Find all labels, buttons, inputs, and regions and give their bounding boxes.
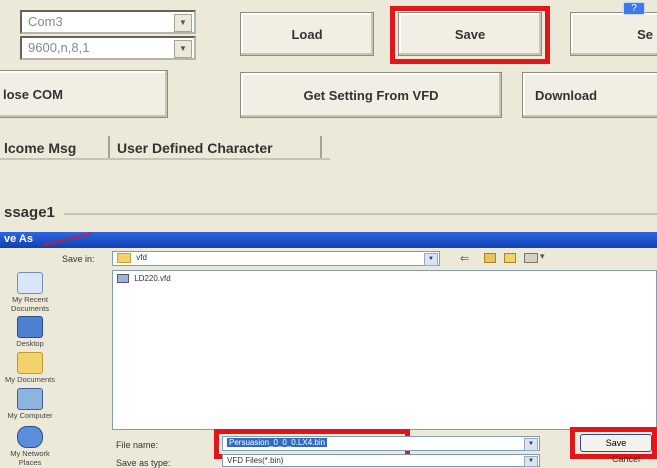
download-button[interactable]: Download bbox=[522, 72, 657, 118]
file-name-value: Persuasion_0_0_0.LX4.bin bbox=[227, 438, 328, 447]
views-menu-icon[interactable] bbox=[524, 253, 538, 263]
file-item-label: LD220.vfd bbox=[134, 274, 171, 283]
views-chevron-icon[interactable]: ▾ bbox=[540, 251, 545, 262]
up-folder-icon[interactable] bbox=[484, 253, 496, 263]
com-port-value: Com3 bbox=[28, 14, 63, 29]
close-com-button[interactable]: lose COM bbox=[0, 70, 168, 118]
group-box-border bbox=[64, 213, 657, 215]
chevron-down-icon[interactable]: ▼ bbox=[524, 456, 538, 467]
tab-divider bbox=[320, 136, 322, 158]
network-places-icon bbox=[17, 426, 43, 448]
save-as-type-combo[interactable]: VFD Files(*.bin) ▼ bbox=[222, 454, 540, 467]
save-in-combo[interactable]: vfd ▼ bbox=[112, 251, 440, 266]
tab-underline bbox=[0, 158, 330, 160]
my-computer-icon bbox=[17, 388, 43, 410]
dialog-title: ve As bbox=[4, 233, 33, 245]
get-setting-label: Get Setting From VFD bbox=[303, 87, 439, 103]
file-name-input[interactable]: Persuasion_0_0_0.LX4.bin ▼ bbox=[222, 436, 540, 451]
save-in-value: vfd bbox=[136, 253, 147, 263]
place-my-documents[interactable]: My Documents bbox=[2, 352, 58, 384]
tab-divider bbox=[108, 136, 110, 158]
place-label: My Network Places bbox=[10, 449, 50, 467]
place-label: My Computer bbox=[7, 411, 53, 420]
save-button-label: Save bbox=[454, 26, 486, 42]
save-as-dialog: Save in: vfd ▼ ⇐ ▾ My Recent Documents D… bbox=[0, 248, 657, 468]
file-list[interactable]: LD220.vfd bbox=[112, 270, 657, 430]
desktop-icon bbox=[17, 316, 43, 338]
place-my-recent-documents[interactable]: My Recent Documents bbox=[2, 272, 58, 313]
baud-rate-combo[interactable]: 9600,n,8,1 ▼ bbox=[20, 36, 196, 60]
chevron-down-icon[interactable]: ▼ bbox=[174, 40, 192, 58]
com-port-combo[interactable]: Com3 ▼ bbox=[20, 10, 196, 34]
file-name-label: File name: bbox=[116, 440, 159, 450]
place-desktop[interactable]: Desktop bbox=[2, 316, 58, 348]
close-com-label: lose COM bbox=[3, 86, 63, 102]
app-panel: Com3 ▼ 9600,n,8,1 ▼ Load Save Se lose CO… bbox=[0, 0, 657, 232]
vfd-file-icon bbox=[117, 274, 129, 284]
new-folder-icon[interactable] bbox=[504, 253, 516, 263]
tab-welcome-msg-label: lcome Msg bbox=[4, 140, 77, 156]
send-button[interactable]: Se bbox=[570, 12, 657, 56]
send-button-label: Se bbox=[637, 26, 653, 42]
my-documents-icon bbox=[17, 352, 43, 374]
get-setting-button[interactable]: Get Setting From VFD bbox=[240, 72, 502, 118]
save-button[interactable]: Save bbox=[398, 12, 542, 56]
help-icon[interactable]: ? bbox=[623, 2, 645, 15]
place-my-computer[interactable]: My Computer bbox=[2, 388, 58, 420]
dialog-cancel-button[interactable]: Cancel bbox=[612, 454, 640, 464]
file-item[interactable]: LD220.vfd bbox=[117, 274, 171, 284]
tab-welcome-msg[interactable]: lcome Msg bbox=[4, 140, 76, 156]
load-button[interactable]: Load bbox=[240, 12, 374, 56]
place-label: Desktop bbox=[16, 339, 44, 348]
folder-icon bbox=[117, 253, 131, 263]
recent-documents-icon bbox=[17, 272, 43, 294]
dialog-save-button[interactable]: Save bbox=[580, 434, 652, 452]
save-as-type-value: VFD Files(*.bin) bbox=[227, 456, 284, 465]
red-annotation-line bbox=[43, 232, 93, 246]
chevron-down-icon[interactable]: ▼ bbox=[524, 438, 538, 451]
place-my-network-places[interactable]: My Network Places bbox=[2, 426, 58, 467]
place-label: My Documents bbox=[4, 375, 55, 384]
save-as-type-label: Save as type: bbox=[116, 458, 171, 468]
download-label: Download bbox=[535, 87, 598, 103]
place-label: My Recent Documents bbox=[11, 295, 49, 313]
message-group-label: ssage1 bbox=[4, 204, 55, 221]
save-in-label: Save in: bbox=[62, 254, 95, 264]
baud-rate-value: 9600,n,8,1 bbox=[28, 40, 90, 55]
chevron-down-icon[interactable]: ▼ bbox=[424, 253, 438, 266]
tab-user-defined-label: User Defined Character bbox=[117, 140, 273, 156]
tab-user-defined-character[interactable]: User Defined Character bbox=[117, 140, 273, 156]
chevron-down-icon[interactable]: ▼ bbox=[174, 14, 192, 32]
back-icon[interactable]: ⇐ bbox=[460, 252, 469, 265]
load-button-label: Load bbox=[291, 26, 323, 42]
